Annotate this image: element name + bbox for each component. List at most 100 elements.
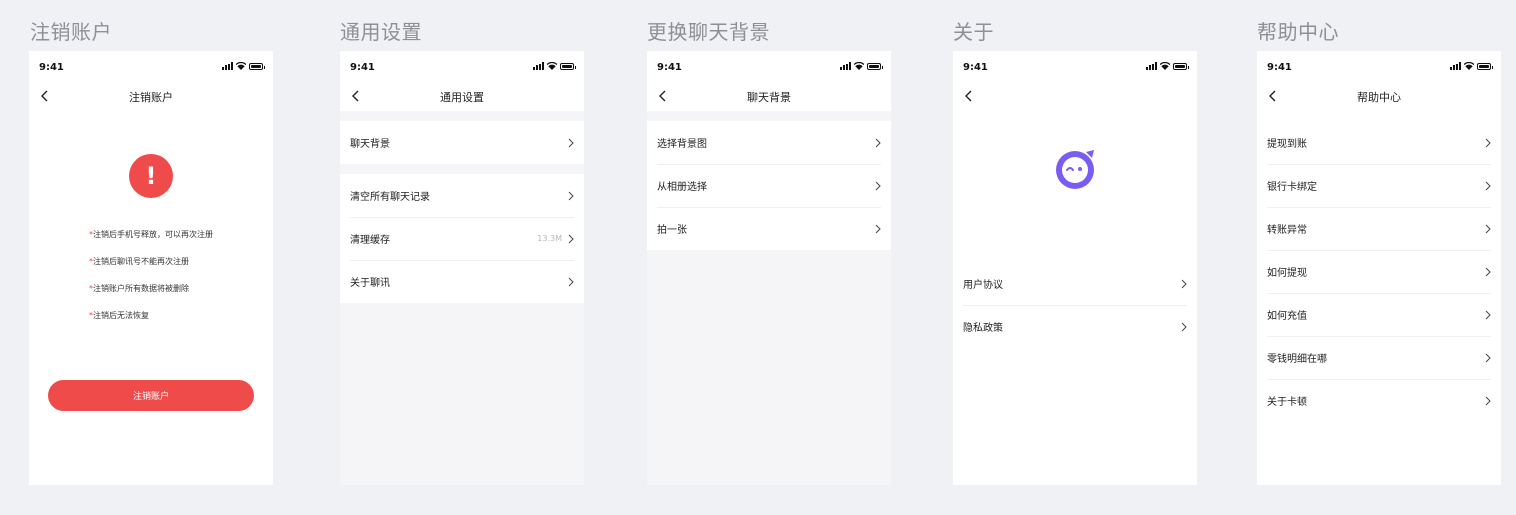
note-text: 注销后聊讯号不能再次注册 (93, 257, 189, 266)
phone-chat-background: 9:41 聊天背景 选择背景图 从相册选择 拍一张 (647, 51, 891, 485)
delete-account-button[interactable]: 注销账户 (48, 380, 254, 411)
row-label: 清空所有聊天记录 (350, 192, 430, 203)
row-choose-background[interactable]: 选择背景图 (647, 121, 891, 164)
row-about-app[interactable]: 关于聊讯 (340, 260, 584, 303)
row-clear-chat-history[interactable]: 清空所有聊天记录 (340, 174, 584, 217)
row-label: 用户协议 (963, 280, 1003, 291)
status-time: 9:41 (963, 61, 988, 73)
help-item[interactable]: 提现到账 (1257, 121, 1501, 164)
help-item[interactable]: 关于卡顿 (1257, 379, 1501, 422)
row-label: 清理缓存 (350, 235, 390, 246)
chevron-right-icon (568, 277, 574, 286)
row-chat-background[interactable]: 聊天背景 (340, 121, 584, 164)
row-label: 选择背景图 (657, 139, 707, 150)
phone-delete-account: 9:41 注销账户 ! *注销后手机号释放，可以再次注册 *注销后聊讯号不能再次… (29, 51, 273, 485)
row-label: 从相册选择 (657, 182, 707, 193)
chevron-right-icon (875, 181, 881, 190)
row-label: 如何提现 (1267, 268, 1307, 279)
settings-group-1: 聊天背景 (340, 121, 584, 164)
help-item[interactable]: 转账异常 (1257, 207, 1501, 250)
nav-title: 聊天背景 (747, 91, 791, 104)
wifi-icon (1464, 62, 1474, 70)
nav-bar: 通用设置 (340, 83, 584, 111)
row-label: 转账异常 (1267, 225, 1307, 236)
row-label: 关于卡顿 (1267, 397, 1307, 408)
status-icons (1450, 62, 1493, 70)
section-title-general: 通用设置 (340, 20, 422, 44)
row-privacy-policy[interactable]: 隐私政策 (953, 305, 1197, 348)
signal-icon (222, 62, 233, 70)
warning-icon: ! (129, 154, 173, 198)
chevron-right-icon (568, 234, 574, 243)
note-text: 注销后无法恢复 (93, 311, 149, 320)
help-item[interactable]: 零钱明细在哪 (1257, 336, 1501, 379)
battery-icon (1477, 62, 1493, 70)
wifi-icon (854, 62, 864, 70)
row-take-photo[interactable]: 拍一张 (647, 207, 891, 250)
back-chevron-icon[interactable] (1267, 89, 1279, 103)
help-item[interactable]: 银行卡绑定 (1257, 164, 1501, 207)
row-clear-cache[interactable]: 清理缓存 13.3M (340, 217, 584, 260)
nav-bar: 聊天背景 (647, 83, 891, 111)
wifi-icon (1160, 62, 1170, 70)
battery-icon (249, 62, 265, 70)
phone-general-settings: 9:41 通用设置 聊天背景 清空所有聊天记录 清理缓存 13.3M 关于聊讯 (340, 51, 584, 485)
settings-group-2: 清空所有聊天记录 清理缓存 13.3M 关于聊讯 (340, 174, 584, 303)
chevron-right-icon (568, 191, 574, 200)
row-label: 银行卡绑定 (1267, 182, 1317, 193)
design-board: 注销账户 通用设置 更换聊天背景 关于 帮助中心 9:41 注销账户 ! *注销… (0, 0, 1516, 515)
status-bar: 9:41 (647, 51, 891, 83)
help-item[interactable]: 如何充值 (1257, 293, 1501, 336)
status-time: 9:41 (350, 61, 375, 73)
row-user-agreement[interactable]: 用户协议 (953, 262, 1197, 305)
chevron-right-icon (568, 138, 574, 147)
status-icons (840, 62, 883, 70)
battery-icon (1173, 62, 1189, 70)
phone-help-center: 9:41 帮助中心 提现到账 银行卡绑定 转账异常 如何提现 如何充值 零钱明细… (1257, 51, 1501, 485)
signal-icon (533, 62, 544, 70)
wifi-icon (547, 62, 557, 70)
help-topics: 提现到账 银行卡绑定 转账异常 如何提现 如何充值 零钱明细在哪 关于卡顿 (1257, 121, 1501, 422)
row-label: 隐私政策 (963, 323, 1003, 334)
chevron-right-icon (1485, 181, 1491, 190)
row-label: 零钱明细在哪 (1267, 354, 1327, 365)
row-label: 拍一张 (657, 225, 687, 236)
chevron-right-icon (1181, 279, 1187, 288)
nav-bar: 帮助中心 (1257, 83, 1501, 111)
notes-list: *注销后手机号释放，可以再次注册 *注销后聊讯号不能再次注册 *注销账户所有数据… (89, 229, 213, 337)
nav-bar (953, 83, 1197, 111)
note-item: *注销后聊讯号不能再次注册 (89, 256, 213, 283)
wifi-icon (236, 62, 246, 70)
background-options: 选择背景图 从相册选择 拍一张 (647, 121, 891, 250)
chevron-right-icon (1485, 353, 1491, 362)
back-chevron-icon[interactable] (350, 89, 362, 103)
back-chevron-icon[interactable] (963, 89, 975, 103)
wink-face-logo-icon (1056, 150, 1094, 189)
back-chevron-icon[interactable] (657, 89, 669, 103)
note-text: 注销后手机号释放，可以再次注册 (93, 230, 213, 239)
chevron-right-icon (875, 138, 881, 147)
cache-size: 13.3M (537, 234, 562, 243)
status-icons (533, 62, 576, 70)
section-title-about: 关于 (953, 20, 994, 44)
battery-icon (560, 62, 576, 70)
signal-icon (1146, 62, 1157, 70)
note-item: *注销后手机号释放，可以再次注册 (89, 229, 213, 256)
note-item: *注销后无法恢复 (89, 310, 213, 337)
chevron-right-icon (875, 224, 881, 233)
chevron-right-icon (1485, 138, 1491, 147)
nav-title: 注销账户 (129, 91, 173, 104)
back-chevron-icon[interactable] (39, 89, 51, 103)
chevron-right-icon (1485, 224, 1491, 233)
chevron-right-icon (1181, 322, 1187, 331)
status-icons (1146, 62, 1189, 70)
exclamation-icon: ! (145, 162, 157, 190)
row-right: 13.3M (537, 234, 574, 244)
help-item[interactable]: 如何提现 (1257, 250, 1501, 293)
status-bar: 9:41 (29, 51, 273, 83)
signal-icon (1450, 62, 1461, 70)
status-bar: 9:41 (1257, 51, 1501, 83)
status-bar: 9:41 (953, 51, 1197, 83)
chevron-right-icon (1485, 267, 1491, 276)
row-from-album[interactable]: 从相册选择 (647, 164, 891, 207)
